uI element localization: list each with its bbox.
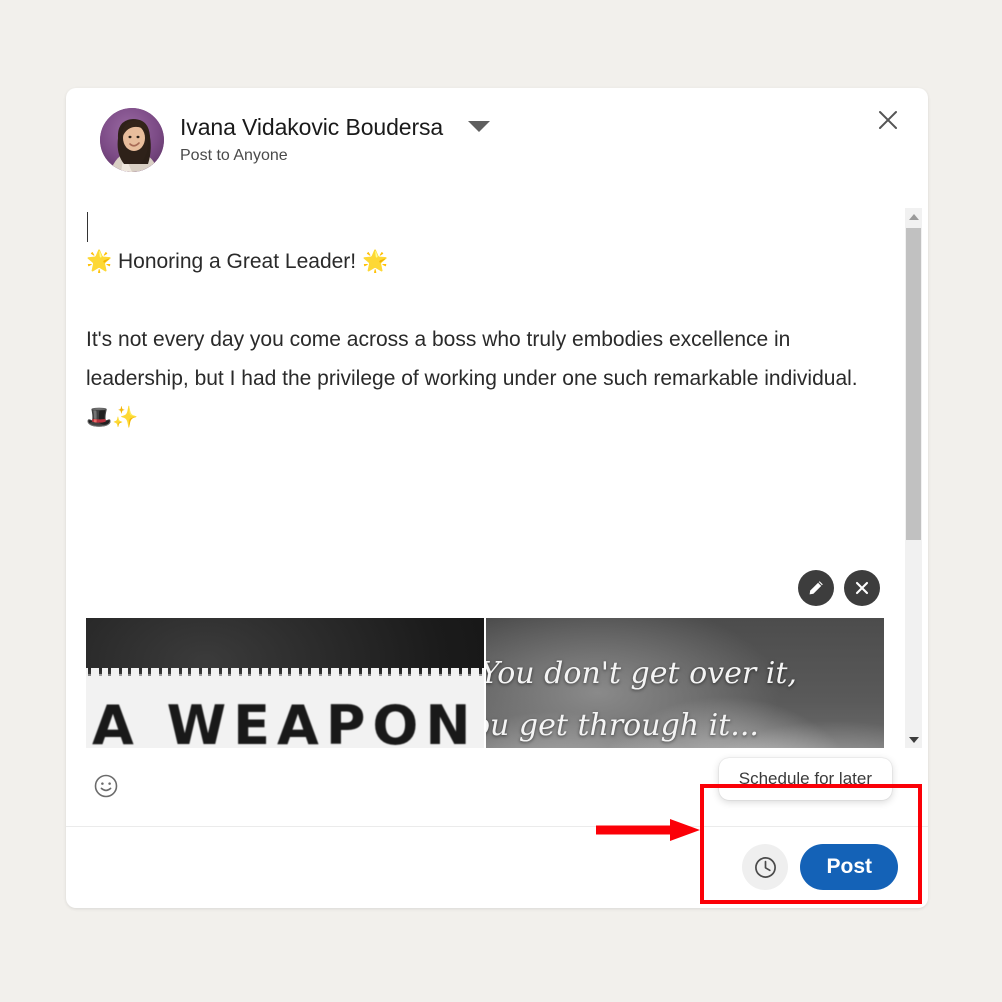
scrollbar-arrow-up[interactable] <box>905 208 922 225</box>
remove-media-button[interactable] <box>844 570 880 606</box>
author-block[interactable]: Ivana Vidakovic Boudersa <box>180 113 443 141</box>
media-grid: A WEAPON You don't get over it, ou get t… <box>86 618 884 748</box>
edit-media-button[interactable] <box>798 570 834 606</box>
scrollbar-arrow-down[interactable] <box>905 731 922 748</box>
triangle-up-icon <box>908 213 919 220</box>
editor-scroll-region[interactable]: 🌟 Honoring a Great Leader! 🌟 It's not ev… <box>66 202 928 748</box>
user-avatar-photo <box>100 108 164 172</box>
emoji-picker-button[interactable] <box>88 768 124 804</box>
triangle-down-icon <box>908 736 919 743</box>
footer-divider <box>66 826 928 827</box>
media-action-bar <box>798 570 880 606</box>
close-icon <box>879 111 897 129</box>
text-caret <box>87 212 88 242</box>
clock-icon <box>755 856 776 878</box>
sky-quote-line-2: ou get through it... <box>486 708 759 743</box>
media-tile-sky[interactable]: You don't get over it, ou get through it… <box>486 618 884 748</box>
sky-quote-line-1: You don't get over it, <box>486 656 797 691</box>
footer-actions: Post <box>742 844 898 890</box>
audience-selector-label[interactable]: Post to Anyone <box>180 146 288 166</box>
post-button[interactable]: Post <box>800 844 898 890</box>
post-text-body[interactable]: 🌟 Honoring a Great Leader! 🌟 It's not ev… <box>86 242 882 437</box>
editor-scrollbar[interactable] <box>905 208 922 748</box>
schedule-button[interactable] <box>742 844 789 890</box>
avatar[interactable] <box>100 108 164 172</box>
chevron-down-icon[interactable] <box>468 121 490 132</box>
modal-header: Ivana Vidakovic Boudersa Post to Anyone <box>66 88 928 202</box>
scrollbar-thumb[interactable] <box>906 228 921 540</box>
media-overlay-text: A WEAPON <box>92 694 478 748</box>
modal-footer: Schedule for later Post <box>66 748 928 908</box>
pencil-icon <box>809 581 823 595</box>
share-post-modal: Ivana Vidakovic Boudersa Post to Anyone … <box>66 88 928 908</box>
close-icon <box>855 581 869 595</box>
media-tile-weapon[interactable]: A WEAPON <box>86 618 484 748</box>
schedule-tooltip: Schedule for later <box>718 758 892 800</box>
author-name: Ivana Vidakovic Boudersa <box>180 114 444 140</box>
media-preview: A WEAPON You don't get over it, ou get t… <box>86 570 884 748</box>
smiley-face-icon <box>94 774 118 798</box>
close-button[interactable] <box>866 98 910 142</box>
